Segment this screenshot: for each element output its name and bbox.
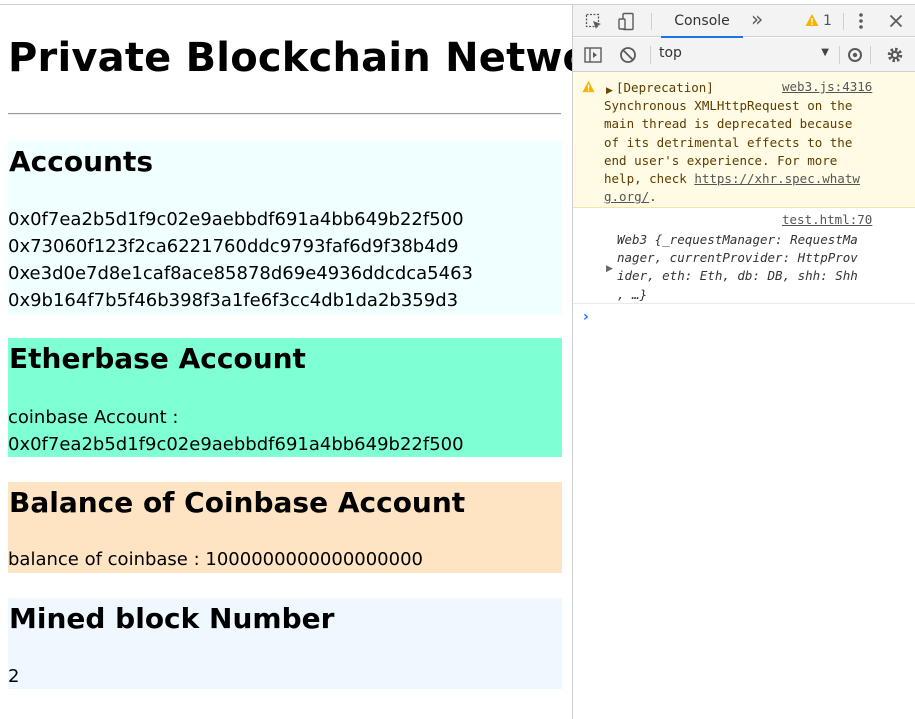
warning-line: Synchronous XMLHttpRequest on the	[604, 98, 853, 114]
warning-line: of its detrimental effects to the	[604, 134, 853, 150]
log-line: nager, currentProvider: HttpProv	[617, 250, 858, 266]
mined-block-section: Mined block Number 2	[8, 598, 562, 689]
balance-section: Balance of Coinbase Account balance of c…	[8, 482, 562, 573]
page-title: Private Blockchain Network	[8, 35, 572, 81]
web3-object-preview[interactable]: Web3 {_requestManager: RequestMa nager, …	[617, 231, 885, 304]
close-icon[interactable]	[889, 14, 903, 31]
coinbase-address: 0x0f7ea2b5d1f9c02e9aebbdf691a4bb649b22f5…	[8, 434, 464, 455]
title-divider	[8, 113, 561, 115]
clear-console-icon[interactable]	[619, 46, 637, 67]
toolbar-separator	[651, 13, 652, 30]
toolbar-separator	[839, 46, 840, 64]
context-value: top	[659, 45, 682, 61]
toolbar-separator	[650, 46, 651, 64]
balance-text: balance of coinbase : 100000000000000000…	[8, 549, 423, 570]
live-expression-icon[interactable]	[847, 47, 865, 66]
warning-line: help, check	[604, 171, 695, 187]
prompt-chevron-icon: ›	[583, 309, 589, 325]
log-source-link[interactable]: test.html:70	[782, 211, 872, 229]
log-line: , …}	[617, 286, 648, 302]
warning-icon	[582, 80, 595, 96]
expand-triangle-icon[interactable]: ▶	[606, 261, 613, 277]
account-address: 0x9b164f7b5f46b398f3a1fe6f3cc4db1da2b359…	[8, 290, 459, 311]
warning-url-link-continued[interactable]: g.org/	[604, 189, 649, 204]
more-tabs-button[interactable]: »	[751, 9, 763, 29]
web-page: Private Blockchain Network Accounts 0x0f…	[0, 5, 572, 719]
settings-icon[interactable]	[886, 46, 904, 67]
etherbase-heading: Etherbase Account	[9, 342, 306, 375]
warning-text: [Deprecation] Synchronous XMLHttpRequest…	[604, 79, 915, 206]
warning-line: main thread is deprecated because	[604, 116, 853, 132]
etherbase-section: Etherbase Account coinbase Account : 0x0…	[8, 338, 562, 457]
kebab-menu-icon[interactable]	[858, 12, 864, 33]
warning-icon[interactable]	[805, 13, 819, 30]
inspect-icon[interactable]	[585, 13, 603, 34]
coinbase-label: coinbase Account :	[8, 407, 179, 428]
sidebar-toggle-icon[interactable]	[584, 46, 602, 67]
console-toolbar: top ▼	[573, 38, 915, 72]
toolbar-separator	[843, 13, 844, 30]
chevron-down-icon: ▼	[821, 47, 829, 58]
warning-tail: .	[649, 189, 657, 205]
console-prompt[interactable]: ›	[583, 309, 589, 325]
warning-count[interactable]: 1	[823, 13, 832, 29]
accounts-section: Accounts 0x0f7ea2b5d1f9c02e9aebbdf691a4b…	[8, 141, 562, 315]
device-toggle-icon[interactable]	[617, 12, 637, 35]
context-selector[interactable]: top ▼	[659, 45, 829, 65]
devtools-panel: Console » 1 top ▼ ▶ web3.js:4316 [Deprec…	[572, 5, 915, 719]
balance-heading: Balance of Coinbase Account	[9, 486, 466, 519]
toolbar-separator	[870, 46, 871, 64]
accounts-heading: Accounts	[9, 145, 154, 178]
devtools-tab-bar: Console » 1	[573, 5, 915, 38]
account-address: 0xe3d0e7d8e1caf8ace85878d69e4936ddcdca54…	[8, 263, 473, 284]
warning-line: [Deprecation]	[616, 80, 714, 95]
account-address: 0x0f7ea2b5d1f9c02e9aebbdf691a4bb649b22f5…	[8, 209, 464, 230]
account-address: 0x73060f123f2ca6221760ddc9793faf6d9f38b4…	[8, 236, 459, 257]
tab-console[interactable]: Console	[661, 5, 743, 38]
log-line: ider, eth: Eth, db: DB, shh: Shh	[617, 268, 858, 284]
mined-block-number: 2	[8, 666, 20, 687]
warning-line: end user's experience. For more	[604, 152, 838, 168]
mined-block-heading: Mined block Number	[9, 602, 335, 635]
warning-url-link[interactable]: https://xhr.spec.whatw	[694, 171, 860, 186]
log-line: Web3 {_requestManager: RequestMa	[617, 232, 858, 247]
